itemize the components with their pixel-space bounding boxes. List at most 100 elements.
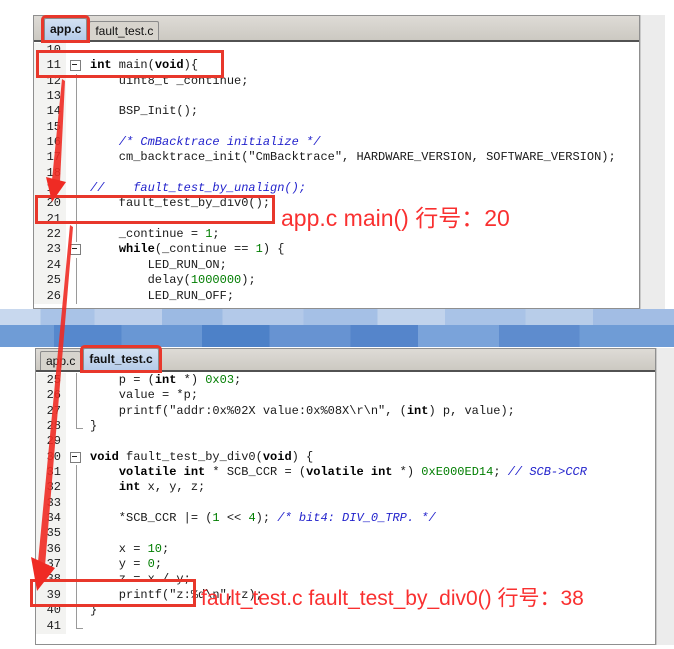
code-text: value = *p;	[87, 388, 655, 403]
tab-app-c[interactable]: app.c	[40, 351, 81, 370]
fold-margin	[66, 58, 87, 73]
line-number: 31	[36, 465, 66, 480]
code-seg: }	[90, 603, 97, 617]
code-seg: *SCB_CCR |= (	[90, 511, 212, 525]
code-seg: x, y, z;	[140, 480, 205, 494]
line-number: 33	[36, 496, 66, 511]
line-number: 25	[34, 273, 66, 288]
code-line: 13	[34, 89, 639, 104]
code-line: 25 p = (int *) 0x03;	[36, 373, 655, 388]
code-seg: 0x03	[205, 373, 234, 387]
code-seg: // SCB->CCR	[508, 465, 587, 479]
code-line: 17 cm_backtrace_init("CmBacktrace", HARD…	[34, 150, 639, 165]
code-seg: LED_RUN_ON;	[90, 258, 227, 272]
fold-margin	[66, 465, 87, 480]
fold-margin	[66, 89, 87, 104]
line-number: 26	[36, 388, 66, 403]
code-line: 23 while(_continue == 1) {	[34, 242, 639, 257]
code-seg: int	[184, 465, 206, 479]
code-seg	[364, 465, 371, 479]
code-seg: main(	[112, 58, 155, 72]
code-seg: y =	[90, 557, 148, 571]
code-area[interactable]: 1011int main(void){12 uint8_t _continue;…	[34, 42, 639, 308]
fold-margin	[66, 373, 87, 388]
line-number: 24	[34, 258, 66, 273]
code-text: int x, y, z;	[87, 480, 655, 495]
code-text: int main(void){	[87, 58, 639, 73]
code-seg: int	[155, 373, 177, 387]
code-line: 35	[36, 526, 655, 541]
line-number: 23	[34, 242, 66, 257]
fold-margin	[66, 242, 87, 257]
tab-fault_test-c[interactable]: fault_test.c	[89, 21, 159, 40]
fold-margin	[66, 388, 87, 403]
code-seg: delay(	[90, 273, 191, 287]
code-seg: fault_test_by_div0(	[119, 450, 263, 464]
fold-margin	[66, 289, 87, 304]
fold-margin	[66, 212, 87, 227]
code-line: 28}	[36, 419, 655, 434]
code-seg: * SCB_CCR = (	[205, 465, 306, 479]
code-line: 26 LED_RUN_OFF;	[34, 289, 639, 304]
code-seg: ;	[493, 465, 507, 479]
code-seg: /* CmBacktrace initialize */	[90, 135, 320, 149]
code-seg: printf("addr:0x%02X value:0x%08X\r\n", (	[90, 404, 407, 418]
fold-margin	[66, 196, 87, 211]
fold-collapse-icon[interactable]	[70, 60, 81, 71]
line-number: 36	[36, 542, 66, 557]
code-seg	[90, 465, 119, 479]
fold-margin	[66, 120, 87, 135]
fold-collapse-icon[interactable]	[70, 244, 81, 255]
code-line: 14 BSP_Init();	[34, 104, 639, 119]
code-text: x = 10;	[87, 542, 655, 557]
line-number: 32	[36, 480, 66, 495]
fold-margin	[66, 526, 87, 541]
blue-divider-top	[0, 309, 674, 325]
code-line: 16 /* CmBacktrace initialize */	[34, 135, 639, 150]
code-text: printf("addr:0x%02X value:0x%08X\r\n", (…	[87, 404, 655, 419]
fold-margin	[66, 181, 87, 196]
code-seg: <<	[220, 511, 249, 525]
tab-fault_test-c[interactable]: fault_test.c	[83, 348, 158, 370]
editor-pane-top: app.cfault_test.c 1011int main(void){12 …	[33, 15, 640, 309]
code-seg: cm_backtrace_init("CmBacktrace", HARDWAR…	[90, 150, 616, 164]
code-seg: 1000000	[191, 273, 241, 287]
fold-margin	[66, 450, 87, 465]
line-number: 34	[36, 511, 66, 526]
fold-collapse-icon[interactable]	[70, 452, 81, 463]
code-seg: 0xE000ED14	[421, 465, 493, 479]
code-seg: x =	[90, 542, 148, 556]
fold-margin	[66, 496, 87, 511]
code-text: /* CmBacktrace initialize */	[87, 135, 639, 150]
code-seg: fault_test_by_div0();	[90, 196, 270, 210]
window-edge-strip	[640, 15, 665, 309]
line-number: 26	[34, 289, 66, 304]
code-seg	[90, 242, 119, 256]
line-number: 35	[36, 526, 66, 541]
fold-margin	[66, 557, 87, 572]
fold-margin	[66, 404, 87, 419]
tab-app-c[interactable]: app.c	[44, 18, 87, 40]
code-text: void fault_test_by_div0(void) {	[87, 450, 655, 465]
line-number: 15	[34, 120, 66, 135]
code-seg: value = *p;	[90, 388, 198, 402]
code-seg: (_continue ==	[155, 242, 256, 256]
code-line: 34 *SCB_CCR |= (1 << 4); /* bit4: DIV_0_…	[36, 511, 655, 526]
fold-margin	[66, 135, 87, 150]
code-line: 26 value = *p;	[36, 388, 655, 403]
code-seg: ;	[234, 373, 241, 387]
code-line: 30 void fault_test_by_div0(void) {	[36, 450, 655, 465]
code-line: 12 uint8_t _continue;	[34, 74, 639, 89]
line-number: 17	[34, 150, 66, 165]
code-seg: z = x / y;	[90, 572, 191, 586]
code-text: LED_RUN_ON;	[87, 258, 639, 273]
line-number: 25	[36, 373, 66, 388]
window-edge-strip	[656, 348, 674, 645]
fold-margin	[66, 542, 87, 557]
code-seg: /* bit4: DIV_0_TRP. */	[277, 511, 435, 525]
line-number: 38	[36, 572, 66, 587]
code-line: 24 LED_RUN_ON;	[34, 258, 639, 273]
code-seg: int	[407, 404, 429, 418]
line-number: 30	[36, 450, 66, 465]
code-seg: p = (	[90, 373, 155, 387]
